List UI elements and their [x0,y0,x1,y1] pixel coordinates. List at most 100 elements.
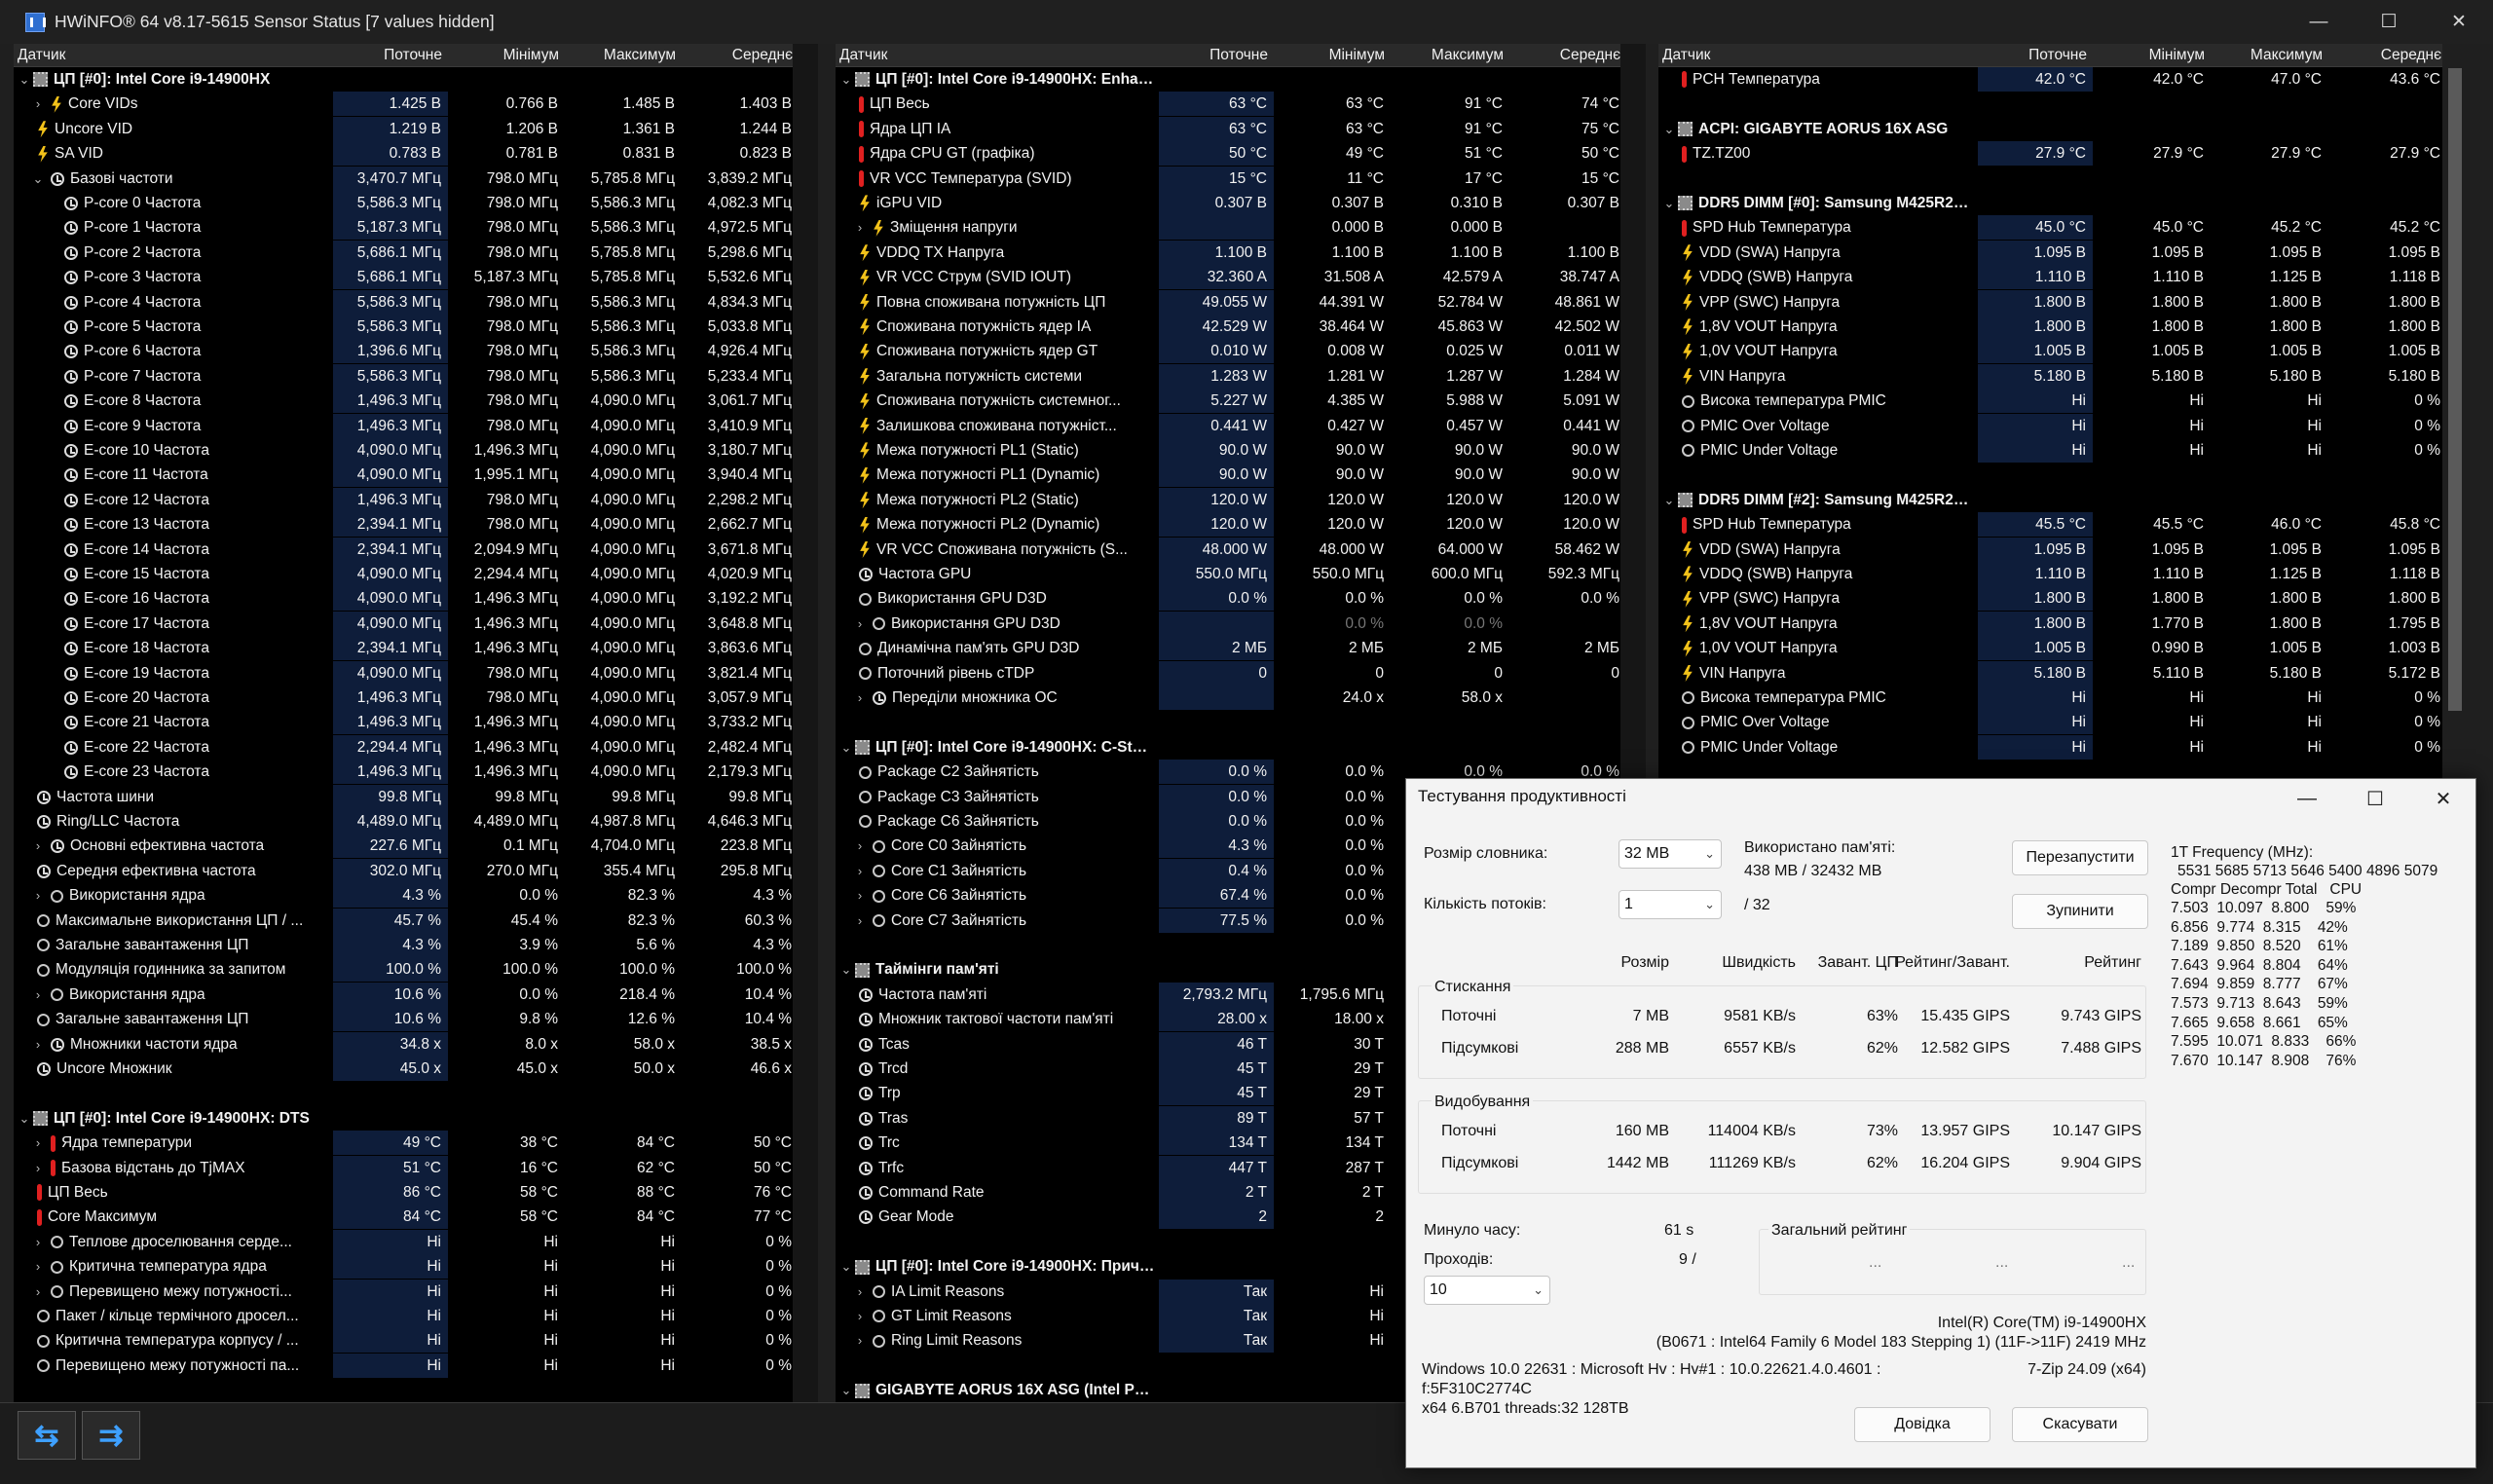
sensor-row[interactable]: PMIC Under Voltage Ні Ні Ні 0 % [1658,438,2442,463]
sensor-row[interactable]: › Core VIDs 1.425 В 0.766 В 1.485 В 1.403 В [14,92,793,117]
sensor-row[interactable]: Межа потужності PL2 (Dynamic) 120.0 W 120.… [836,512,1620,538]
column-header-current[interactable]: Поточне [1159,44,1274,67]
sensor-row[interactable]: VDD (SWA) Напруга 1.095 В 1.095 В 1.095 В 1.… [1658,240,2442,265]
expand-chevron-icon[interactable]: › [853,909,867,933]
sensor-row[interactable]: 1,8V VOUT Напруга 1.800 В 1.770 В 1.800 В 1.… [1658,611,2442,636]
sensor-row[interactable]: Висока температура PMIC Ні Ні Ні 0 % [1658,686,2442,710]
sensor-group-row[interactable]: ⌄ ЦП [#0]: Intel Core i9-14900HX: C-State… [836,735,1620,760]
sensor-row[interactable]: Модуляція годинника за запитом 100.0 % 100… [14,957,793,983]
sensor-row[interactable]: Core Максимум 84 °C 58 °C 84 °C 77 °C [14,1205,793,1230]
sensor-group-row[interactable]: ⌄ ЦП [#0]: Intel Core i9-14900HX [14,67,793,92]
sensor-row[interactable]: VPP (SWC) Напруга 1.800 В 1.800 В 1.800 В 1.… [1658,586,2442,612]
sensor-row[interactable]: PMIC Over Voltage Ні Ні Ні 0 % [1658,413,2442,438]
sensor-row[interactable]: ЦП Весь 63 °C 63 °C 91 °C 74 °C [836,92,1620,117]
sensor-row[interactable]: Uncore Множник 45.0 x 45.0 x 50.0 x 46.6 x [14,1057,793,1081]
dialog-maximize-button[interactable]: ☐ [2341,779,2409,818]
expand-chevron-icon[interactable]: › [31,92,45,116]
sensor-row[interactable]: Динамічна пам'ять GPU D3D 2 МБ 2 МБ 2 МБ 2 М… [836,636,1620,661]
sensor-row[interactable]: Ядра ЦП IA 63 °C 63 °C 91 °C 75 °C [836,116,1620,141]
column-header-max[interactable]: Максимум [567,44,682,67]
expand-chevron-icon[interactable]: › [31,834,45,858]
expand-chevron-icon[interactable]: › [31,1280,45,1304]
sensor-group-row[interactable]: ⌄ ЦП [#0]: Intel Core i9-14900HX: DTS [14,1106,793,1131]
sensor-row[interactable]: Ring/LLC Частота 4,489.0 МГц 4,489.0 МГц 4,… [14,809,793,834]
column-header-current[interactable]: Поточне [1978,44,2093,67]
sensor-row[interactable]: › Перевищено межу потужності... Ні Ні Ні 0 % [14,1279,793,1304]
expand-chevron-icon[interactable]: › [31,1254,45,1279]
sensor-row[interactable]: Загальне завантаження ЦП 10.6 % 9.8 % 12.6 … [14,1007,793,1032]
dict-size-select[interactable]: 32 MB ⌄ [1619,839,1722,869]
sensor-row[interactable]: E-core 10 Частота 4,090.0 МГц 1,496.3 МГц 4… [14,438,793,463]
nav-left-right-arrows-icon[interactable]: ⇆ [18,1411,76,1460]
sensor-row[interactable]: › Використання ядра 4.3 % 0.0 % 82.3 % 4.3 % [14,883,793,909]
expand-chevron-icon[interactable]: › [853,1304,867,1328]
column-header-avg[interactable]: Середнє [1511,44,1620,67]
dialog-minimize-button[interactable]: — [2273,779,2341,818]
nav-expand-arrows-icon[interactable]: ⇉ [82,1411,140,1460]
sensor-row[interactable]: E-core 23 Частота 1,496.3 МГц 1,496.3 МГц 4… [14,760,793,785]
expand-chevron-icon[interactable]: › [853,859,867,883]
collapse-chevron-icon[interactable]: ⌄ [839,735,853,760]
stop-button[interactable]: Зупинити [2012,894,2148,929]
sensor-row[interactable]: Межа потужності PL2 (Static) 120.0 W 120.0… [836,487,1620,512]
sensor-row[interactable]: › Використання GPU D3D 0.0 % 0.0 % [836,611,1620,636]
sensor-row[interactable]: E-core 17 Частота 4,090.0 МГц 1,496.3 МГц 4… [14,611,793,636]
sensor-row[interactable]: › Основні ефективна частота 227.6 МГц 0.1 М… [14,834,793,859]
column-header-min[interactable]: Мінімум [2096,44,2211,67]
column-header-current[interactable]: Поточне [333,44,448,67]
sensor-row[interactable]: SPD Hub Температура 45.0 °C 45.0 °C 45.2 °C… [1658,215,2442,241]
sensor-row[interactable]: Поточний рівень cTDP 0 0 0 0 [836,660,1620,686]
maximize-button[interactable]: ☐ [2355,0,2423,44]
panel-scrollbar-1[interactable] [793,44,818,1402]
sensor-row[interactable]: Частота шини 99.8 МГц 99.8 МГц 99.8 МГц 99.8… [14,784,793,809]
sensor-row[interactable]: P-core 0 Частота 5,586.3 МГц 798.0 МГц 5,58… [14,191,793,215]
sensor-row[interactable]: E-core 19 Частота 4,090.0 МГц 798.0 МГц 4,0… [14,660,793,686]
sensor-row[interactable]: E-core 20 Частота 1,496.3 МГц 798.0 МГц 4,0… [14,686,793,710]
sensor-row[interactable]: Загальне завантаження ЦП 4.3 % 3.9 % 5.6 % 4… [14,933,793,957]
sensor-row[interactable]: 1,0V VOUT Напруга 1.005 В 1.005 В 1.005 В 1.… [1658,339,2442,364]
sensor-row[interactable]: VDDQ (SWB) Напруга 1.110 В 1.110 В 1.125 В 1… [1658,265,2442,290]
sensor-row[interactable]: E-core 16 Частота 4,090.0 МГц 1,496.3 МГц 4… [14,586,793,612]
close-button[interactable]: ✕ [2425,0,2493,44]
sensor-group-row[interactable]: ⌄ ЦП [#0]: Intel Core i9-14900HX: Enhance… [836,67,1620,92]
expand-chevron-icon[interactable]: › [853,612,867,636]
sensor-group-row[interactable]: ⌄ DDR5 DIMM [#2]: Samsung M425R2GA3BB0-CW… [1658,488,2442,512]
collapse-chevron-icon[interactable]: ⌄ [1662,117,1676,141]
sensor-row[interactable]: VDD (SWA) Напруга 1.095 В 1.095 В 1.095 В 1.… [1658,537,2442,562]
threads-select[interactable]: 1 ⌄ [1619,890,1722,919]
collapse-chevron-icon[interactable]: ⌄ [839,957,853,982]
sensor-row[interactable]: › Критична температура ядра Ні Ні Ні 0 % [14,1254,793,1280]
help-button[interactable]: Довідка [1854,1407,1991,1442]
sensor-row[interactable]: › Ядра температури 49 °C 38 °C 84 °C 50 °C [14,1131,793,1156]
sensor-row[interactable]: E-core 21 Частота 1,496.3 МГц 1,496.3 МГц 4… [14,710,793,735]
sensor-row[interactable]: Межа потужності PL1 (Dynamic) 90.0 W 90.0 … [836,463,1620,488]
dialog-close-button[interactable]: ✕ [2409,779,2477,818]
passes-select[interactable]: 10 ⌄ [1424,1276,1550,1305]
sensor-row[interactable]: VPP (SWC) Напруга 1.800 В 1.800 В 1.800 В 1.… [1658,289,2442,315]
column-header-sensor[interactable]: Датчик [839,44,1159,67]
sensor-row[interactable]: 1,0V VOUT Напруга 1.005 В 0.990 В 1.005 В 1.… [1658,636,2442,661]
sensor-row[interactable]: Критична температура корпусу / ... Ні Ні Ні… [14,1328,793,1354]
sensor-row[interactable]: Залишкова споживана потужніст... 0.441 W 0… [836,413,1620,438]
collapse-chevron-icon[interactable]: ⌄ [1662,488,1676,512]
sensor-row[interactable]: Загальна потужність системи 1.283 W 1.281 … [836,363,1620,389]
sensor-group-row[interactable]: ⌄ DDR5 DIMM [#0]: Samsung M425R2GA3BB0-CW… [1658,191,2442,215]
expand-chevron-icon[interactable]: › [853,1328,867,1353]
collapse-chevron-icon[interactable]: ⌄ [839,67,853,92]
sensor-row[interactable]: Ядра CPU GT (графіка) 50 °C 49 °C 51 °C 50 °… [836,141,1620,167]
expand-chevron-icon[interactable]: › [853,883,867,908]
restart-button[interactable]: Перезапустити [2012,840,2148,875]
sensor-row[interactable]: SA VID 0.783 В 0.781 В 0.831 В 0.823 В [14,141,793,167]
sensor-row[interactable]: Перевищено межу потужності па... Ні Ні Ні 0 … [14,1353,793,1378]
sensor-row[interactable]: VR VCC Споживана потужність (S... 48.000 … [836,537,1620,562]
sensor-row[interactable]: VIN Напруга 5.180 В 5.180 В 5.180 В 5.180 В [1658,363,2442,389]
sensor-row[interactable]: › Базова відстань до TjMAX 51 °C 16 °C 62 °C… [14,1155,793,1180]
minimize-button[interactable]: — [2285,0,2353,44]
sensor-group-row[interactable]: ⌄ ACPI: GIGABYTE AORUS 16X ASG [1658,117,2442,141]
sensor-row[interactable]: ⌄ Базові частоти 3,470.7 МГц 798.0 МГц 5,785… [14,166,793,191]
sensor-row[interactable]: › Множники частоти ядра 34.8 x 8.0 x 58.0 x 3… [14,1031,793,1057]
sensor-row[interactable]: VR VCC Струм (SVID IOUT) 32.360 A 31.508 A… [836,265,1620,290]
collapse-chevron-icon[interactable]: ⌄ [839,1254,853,1279]
sensor-row[interactable]: Споживана потужність ядер GT 0.010 W 0.008… [836,339,1620,364]
sensor-row[interactable]: VR VCC Температура (SVID) 15 °C 11 °C 17 °C… [836,166,1620,191]
